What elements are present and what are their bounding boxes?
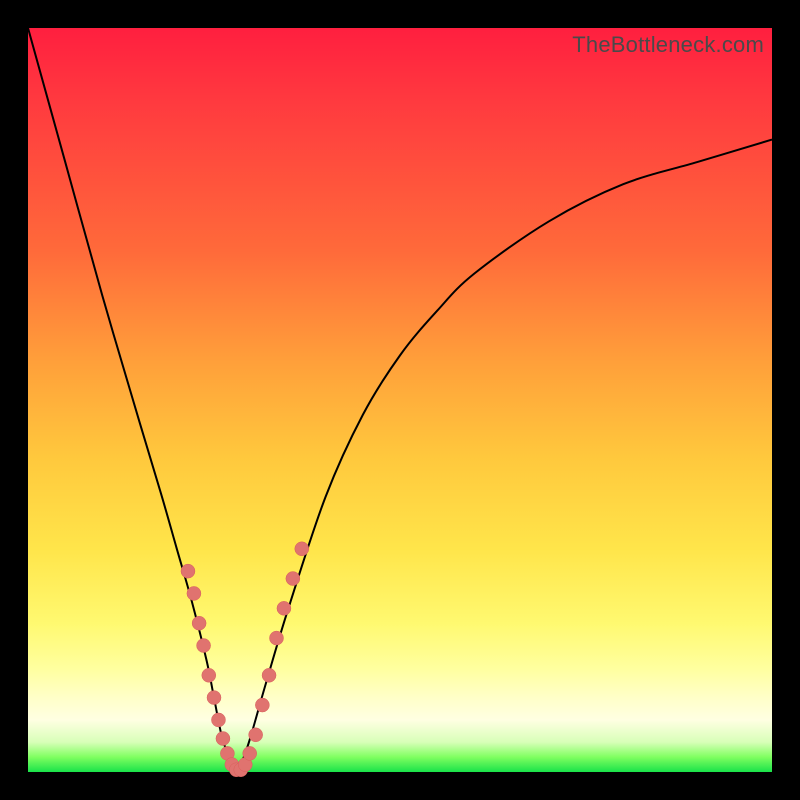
sample-dot (277, 601, 291, 615)
sample-dot (181, 564, 195, 578)
chart-frame: TheBottleneck.com (0, 0, 800, 800)
sample-dot (207, 691, 221, 705)
sample-dot (255, 698, 269, 712)
sample-dot (202, 668, 216, 682)
sample-dot (262, 668, 276, 682)
sample-dot (269, 631, 283, 645)
sample-dot (197, 639, 211, 653)
sample-dot (216, 732, 230, 746)
sample-dots (181, 542, 309, 777)
sample-dot (286, 572, 300, 586)
sample-dot (295, 542, 309, 556)
sample-dot (243, 746, 257, 760)
sample-dot (249, 728, 263, 742)
curve-svg (28, 28, 772, 772)
bottleneck-curve (28, 28, 772, 772)
sample-dot (187, 586, 201, 600)
sample-dot (192, 616, 206, 630)
plot-area: TheBottleneck.com (28, 28, 772, 772)
sample-dot (211, 713, 225, 727)
